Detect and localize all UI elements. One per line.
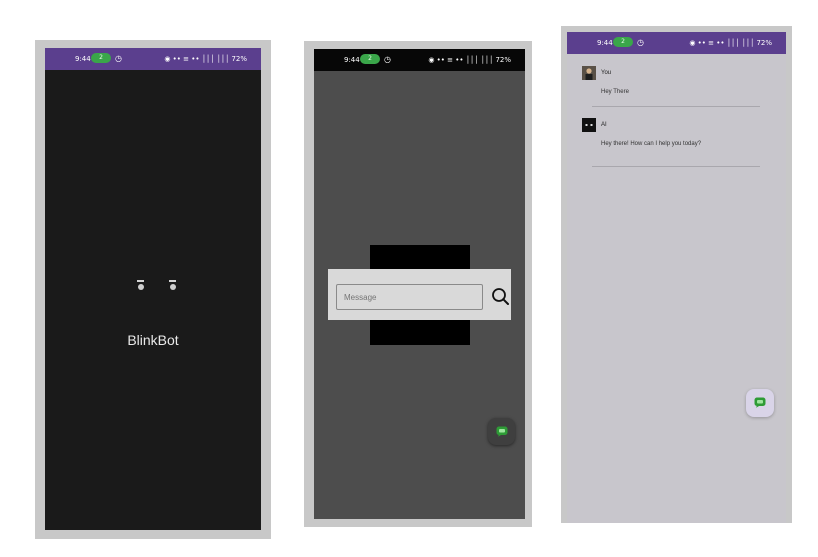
message-input[interactable] [336, 284, 483, 310]
status-time: 9:44 [597, 39, 613, 47]
message-text: Hey There [601, 89, 629, 95]
app-name: BlinkBot [127, 332, 179, 348]
status-bar: 9:44 2 ◷ ◉ •• ≡ •• │││ │││ 72% [314, 49, 525, 71]
alarm-icon: ◷ [384, 55, 391, 64]
chat-screen: 9:44 2 ◷ ◉ •• ≡ •• │││ │││ 72% You Hey T… [567, 32, 786, 523]
status-time: 9:44 [75, 55, 91, 63]
chat-icon [754, 397, 766, 408]
chat-fab-button[interactable] [488, 418, 515, 445]
status-time: 9:44 [344, 56, 360, 64]
chat-fab-button[interactable] [746, 389, 774, 417]
status-icons: ◉ •• ≡ •• │││ │││ 72% [689, 39, 772, 47]
status-badge: 2 [360, 54, 380, 64]
message-sender: You [601, 70, 612, 76]
right-eye-icon [169, 280, 176, 290]
message-sender: AI [601, 122, 607, 128]
search-icon[interactable] [490, 286, 510, 306]
phone-frame-chat: 9:44 2 ◷ ◉ •• ≡ •• │││ │││ 72% You Hey T… [561, 26, 792, 523]
status-bar: 9:44 2 ◷ ◉ •• ≡ •• │││ │││ 72% [45, 48, 261, 70]
status-icons: ◉ •• ≡ •• │││ │││ 72% [428, 56, 511, 64]
message-text: Hey there! How can I help you today? [601, 141, 702, 147]
alarm-icon: ◷ [637, 38, 644, 47]
status-bar: 9:44 2 ◷ ◉ •• ≡ •• │││ │││ 72% [567, 32, 786, 54]
phone-frame-message: 9:44 2 ◷ ◉ •• ≡ •• │││ │││ 72% [304, 41, 532, 527]
status-badge: 2 [613, 37, 633, 47]
phone-frame-splash: 9:44 2 ◷ ◉ •• ≡ •• │││ │││ 72% BlinkBot [35, 40, 271, 539]
splash-screen: 9:44 2 ◷ ◉ •• ≡ •• │││ │││ 72% BlinkBot [45, 48, 261, 530]
message-divider [592, 166, 760, 167]
alarm-icon: ◷ [115, 54, 122, 63]
status-badge: 2 [91, 53, 111, 63]
message-screen: 9:44 2 ◷ ◉ •• ≡ •• │││ │││ 72% [314, 49, 525, 519]
message-panel [328, 269, 511, 320]
message-divider [592, 106, 760, 107]
overlay-block-bottom [370, 320, 470, 345]
ai-avatar [582, 118, 596, 132]
overlay-block-top [370, 245, 470, 270]
user-avatar [582, 66, 596, 80]
chat-icon [496, 426, 508, 437]
status-icons: ◉ •• ≡ •• │││ │││ 72% [164, 55, 247, 63]
left-eye-icon [137, 280, 144, 290]
